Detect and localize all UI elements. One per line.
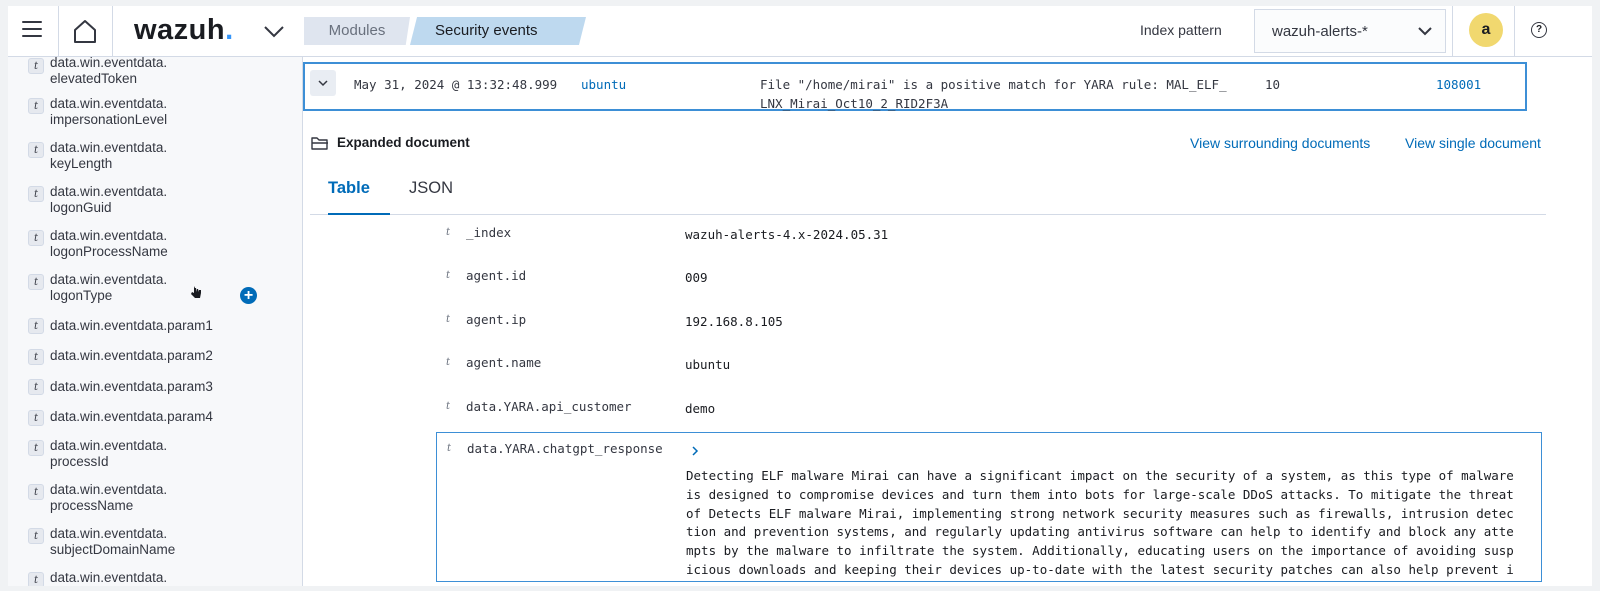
- string-type-icon: t: [28, 230, 44, 246]
- sidebar-field-name: data.win.eventdata.: [50, 570, 168, 585]
- breadcrumb-security-events[interactable]: Security events i: [410, 17, 586, 45]
- string-type-icon: t: [28, 318, 44, 334]
- sidebar-field-name: data.win.eventdata.param4: [50, 409, 213, 424]
- chevron-down-icon: [1418, 27, 1432, 36]
- chevron-down-icon: [318, 80, 328, 87]
- string-type-icon: t: [28, 484, 44, 500]
- sidebar-field-name: data.win.eventdata. logonProcessName: [50, 228, 168, 259]
- string-type-icon: t: [28, 528, 44, 544]
- breadcrumb-label: Security events: [435, 22, 538, 39]
- string-type-icon: t: [28, 379, 44, 395]
- row-agent-link[interactable]: ubuntu: [581, 75, 626, 94]
- wazuh-logo[interactable]: wazuh.: [134, 14, 234, 47]
- row-description: File "/home/mirai" is a positive match f…: [760, 77, 1227, 111]
- string-type-icon: t: [28, 572, 44, 586]
- help-icon[interactable]: ?: [1531, 22, 1547, 38]
- row-rule-id-link[interactable]: 108001: [1436, 75, 1481, 94]
- header-divider: [58, 6, 59, 56]
- row-timestamp: May 31, 2024 @ 13:32:48.999: [354, 77, 558, 92]
- tab-table[interactable]: Table: [328, 179, 390, 215]
- add-field-button[interactable]: +: [240, 287, 257, 304]
- sidebar-field-name: data.win.eventdata.param3: [50, 379, 213, 394]
- row-level: 10: [1265, 77, 1281, 92]
- chevron-right-icon[interactable]: [691, 445, 699, 457]
- chatgpt-response-text: Detecting ELF malware Mirai can have a s…: [686, 468, 1514, 577]
- string-type-icon: t: [28, 186, 44, 202]
- index-pattern-select[interactable]: wazuh-alerts-*: [1254, 9, 1446, 53]
- field-value: wazuh-alerts-4.x-2024.05.31: [685, 227, 889, 242]
- sidebar-field-name: data.win.eventdata. logonType: [50, 272, 168, 303]
- field-value: 192.168.8.105: [685, 314, 783, 329]
- string-type-icon: t: [446, 357, 451, 368]
- string-type-icon: t: [28, 440, 44, 456]
- header-divider: [1514, 6, 1515, 56]
- sidebar-field-name: data.win.eventdata. elevatedToken: [50, 57, 168, 86]
- string-type-icon: t: [28, 410, 44, 426]
- sidebar-field-name: data.win.eventdata. processId: [50, 438, 168, 469]
- field-key: agent.id: [466, 268, 527, 283]
- sidebar-field-name: data.win.eventdata.param2: [50, 348, 213, 363]
- string-type-icon: t: [28, 58, 44, 74]
- index-pattern-value: wazuh-alerts-*: [1272, 23, 1368, 40]
- home-icon[interactable]: [72, 18, 98, 44]
- user-avatar[interactable]: a: [1469, 13, 1503, 47]
- string-type-icon: t: [446, 270, 451, 281]
- string-type-icon: t: [446, 227, 451, 238]
- field-key: data.YARA.api_customer: [466, 399, 632, 414]
- sidebar-field-name: data.win.eventdata. processName: [50, 482, 168, 513]
- string-type-icon: t: [28, 98, 44, 114]
- breadcrumb-modules[interactable]: Modules: [304, 17, 410, 45]
- field-key: agent.name: [466, 355, 542, 370]
- field-list-sidebar: t data.win.eventdata. elevatedToken t da…: [8, 57, 303, 586]
- agent-id-link[interactable]: 009: [685, 270, 708, 285]
- chatgpt-response-field[interactable]: t data.YARA.chatgpt_response Detecting E…: [436, 432, 1542, 582]
- view-surrounding-documents-link[interactable]: View surrounding documents: [1190, 135, 1370, 151]
- view-single-document-link[interactable]: View single document: [1405, 135, 1541, 151]
- sidebar-field-name: data.win.eventdata. logonGuid: [50, 184, 168, 215]
- document-row[interactable]: May 31, 2024 @ 13:32:48.999 ubuntu File …: [303, 62, 1527, 111]
- expanded-document-title: Expanded document: [337, 135, 470, 150]
- folder-open-icon: [311, 137, 328, 150]
- sidebar-field-name: data.win.eventdata. impersonationLevel: [50, 96, 168, 127]
- document-tabs: Table JSON: [310, 169, 1546, 215]
- sidebar-field-name: data.win.eventdata.param1: [50, 318, 213, 333]
- sidebar-field-name: data.win.eventdata. keyLength: [50, 140, 168, 171]
- tab-json[interactable]: JSON: [409, 179, 453, 213]
- header-divider: [112, 6, 113, 56]
- main-content: May 31, 2024 @ 13:32:48.999 ubuntu File …: [303, 57, 1592, 586]
- hand-cursor-icon: [191, 286, 201, 298]
- index-pattern-label: Index pattern: [1140, 22, 1222, 38]
- string-type-icon: t: [446, 401, 451, 412]
- string-type-icon: t: [28, 142, 44, 158]
- field-value: demo: [685, 401, 716, 416]
- string-type-icon: t: [28, 274, 44, 290]
- string-type-icon: t: [447, 443, 452, 454]
- field-key: agent.ip: [466, 312, 527, 327]
- chevron-down-icon[interactable]: [263, 22, 285, 40]
- top-header: wazuh. Modules Security events i Index p…: [8, 6, 1592, 57]
- collapse-row-button[interactable]: [310, 70, 336, 96]
- header-divider: [1452, 6, 1453, 56]
- sidebar-field-name: data.win.eventdata. subjectDomainName: [50, 526, 176, 557]
- field-key: _index: [466, 225, 512, 240]
- agent-name-link[interactable]: ubuntu: [685, 357, 730, 372]
- string-type-icon: t: [446, 314, 451, 325]
- menu-icon[interactable]: [22, 21, 42, 39]
- app-frame: wazuh. Modules Security events i Index p…: [8, 6, 1592, 586]
- info-icon[interactable]: i: [956, 25, 970, 39]
- field-key: data.YARA.chatgpt_response: [467, 441, 663, 456]
- string-type-icon: t: [28, 349, 44, 365]
